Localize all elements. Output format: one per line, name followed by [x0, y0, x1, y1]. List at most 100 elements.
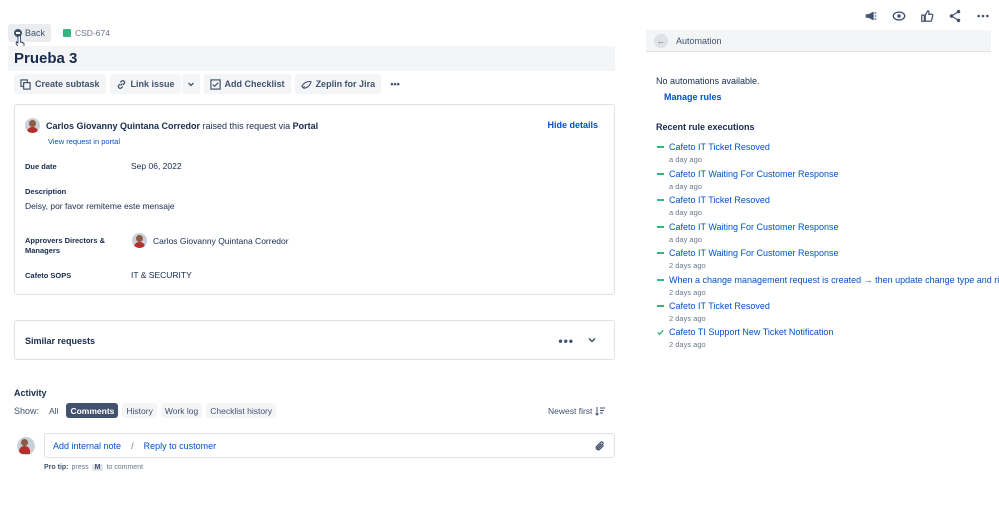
zeplin-button[interactable]: Zeplin for Jira	[294, 74, 382, 94]
automation-title: Automation	[676, 36, 722, 46]
title-bar	[8, 46, 615, 71]
approver-name: Carlos Giovanny Quintana Corredor	[153, 235, 289, 246]
sort-order-button[interactable]: Newest first	[548, 406, 606, 416]
page-title[interactable]: Prueba 3	[14, 50, 77, 67]
rule-name-link[interactable]: Cafeto IT Ticket Resoved	[669, 195, 770, 205]
issue-key: CSD-674	[75, 28, 110, 38]
create-subtask-button[interactable]: Create subtask	[14, 74, 106, 94]
request-details-card: Carlos Giovanny Quintana Corredor raised…	[14, 104, 615, 295]
back-arrow-icon[interactable]: ←	[654, 34, 668, 48]
link-issue-dropdown[interactable]	[181, 74, 200, 94]
add-checklist-label: Add Checklist	[224, 79, 285, 89]
automation-header: ← Automation	[646, 30, 991, 52]
sops-value[interactable]: IT & SECURITY	[131, 270, 192, 280]
list-item: Cafeto IT Ticket Resoved a day ago	[657, 142, 999, 164]
feedback-megaphone-icon[interactable]	[863, 8, 879, 24]
success-dash-icon	[657, 250, 664, 257]
zeplin-label: Zeplin for Jira	[315, 79, 376, 89]
description-label: Description	[25, 187, 67, 196]
success-dash-icon	[657, 171, 664, 178]
raiser-line: Carlos Giovanny Quintana Corredor raised…	[25, 118, 318, 133]
manage-rules-link[interactable]: Manage rules	[664, 92, 722, 102]
create-subtask-label: Create subtask	[35, 79, 100, 89]
hide-details-button[interactable]: Hide details	[547, 120, 598, 130]
raiser-name[interactable]: Carlos Giovanny Quintana Corredor	[46, 121, 200, 131]
rule-name-link[interactable]: Cafeto IT Waiting For Customer Response	[669, 248, 839, 258]
watch-eye-icon[interactable]	[891, 8, 907, 24]
success-check-icon	[657, 329, 664, 336]
reply-to-customer-button[interactable]: Reply to customer	[144, 441, 217, 451]
chevron-down-icon[interactable]	[587, 335, 597, 345]
link-issue-label: Link issue	[130, 79, 175, 89]
add-checklist-button[interactable]: Add Checklist	[203, 74, 291, 94]
link-issue-button[interactable]: Link issue	[109, 74, 181, 94]
filter-comments[interactable]: Comments	[66, 403, 119, 418]
pro-tip-key: M	[91, 464, 104, 471]
activity-title: Activity	[14, 388, 47, 398]
sort-order-label: Newest first	[548, 406, 593, 416]
subtask-icon	[20, 78, 31, 90]
rule-time: a day ago	[669, 155, 702, 164]
filter-history[interactable]: History	[122, 403, 157, 418]
list-item: Cafeto IT Waiting For Customer Response …	[657, 222, 999, 244]
share-icon[interactable]	[947, 8, 963, 24]
add-internal-note-button[interactable]: Add internal note	[53, 441, 121, 451]
issue-type-icon	[63, 29, 71, 37]
avatar	[25, 118, 40, 133]
success-dash-icon	[657, 303, 664, 310]
similar-requests-panel[interactable]: Similar requests •••	[14, 320, 615, 360]
pro-tip-press: press	[71, 464, 89, 471]
issue-key-link[interactable]: CSD-674	[63, 28, 110, 38]
approvers-label: Approvers Directors & Managers	[25, 236, 106, 255]
filter-checklist-history[interactable]: Checklist history	[206, 403, 277, 418]
due-date-label: Due date	[25, 162, 57, 171]
rule-time: a day ago	[669, 182, 702, 191]
issue-actions-bar	[863, 8, 991, 24]
pro-tip-suffix: to comment	[106, 464, 144, 471]
rule-name-link[interactable]: Cafeto TI Support New Ticket Notificatio…	[669, 327, 833, 337]
attachment-icon[interactable]	[594, 440, 606, 452]
description-value[interactable]: Deisy, por favor remiteme este mensaje	[25, 201, 175, 211]
similar-more-button[interactable]: •••	[558, 334, 574, 348]
comment-separator: /	[131, 440, 134, 451]
rule-name-link[interactable]: Cafeto IT Ticket Resoved	[669, 301, 770, 311]
rule-name-link[interactable]: Cafeto IT Waiting For Customer Response	[669, 222, 839, 232]
due-date-value[interactable]: Sep 06, 2022	[131, 161, 182, 171]
comment-box[interactable]: Add internal note / Reply to customer	[44, 433, 615, 458]
recent-executions-title: Recent rule executions	[656, 122, 755, 132]
rule-time: a day ago	[669, 208, 702, 217]
rule-time: 2 days ago	[669, 314, 706, 323]
rule-name-link[interactable]: Cafeto IT Ticket Resoved	[669, 142, 770, 152]
activity-filter-bar: Show: All Comments History Work log Chec…	[14, 403, 277, 418]
checklist-icon	[209, 78, 221, 90]
filter-work-log[interactable]: Work log	[160, 403, 203, 418]
list-item: Cafeto IT Waiting For Customer Response …	[657, 248, 999, 270]
rule-name-link[interactable]: When a change management request is crea…	[669, 275, 999, 285]
toolbar-more-label: •••	[390, 79, 400, 89]
no-automations-text: No automations available.	[656, 76, 760, 86]
view-request-in-portal-link[interactable]: View request in portal	[48, 137, 120, 146]
filter-all[interactable]: All	[45, 403, 62, 418]
channel-name: Portal	[292, 120, 319, 131]
rule-time: a day ago	[669, 235, 702, 244]
chevron-down-icon	[187, 82, 194, 87]
show-label: Show:	[14, 405, 40, 416]
more-actions-icon[interactable]	[975, 8, 991, 24]
rule-time: 2 days ago	[669, 288, 706, 297]
avatar	[17, 437, 35, 455]
success-dash-icon	[657, 144, 664, 151]
list-item: Cafeto IT Ticket Resoved 2 days ago	[657, 301, 999, 323]
list-item: Cafeto IT Ticket Resoved a day ago	[657, 195, 999, 217]
pro-tip-prefix: Pro tip:	[44, 464, 69, 471]
issue-toolbar: Create subtask Link issue Add Checklist …	[14, 74, 405, 94]
approver-field[interactable]: Carlos Giovanny Quintana Corredor	[132, 233, 289, 248]
toolbar-more-button[interactable]: •••	[385, 74, 405, 94]
success-dash-icon	[657, 277, 664, 284]
similar-requests-label: Similar requests	[25, 336, 96, 346]
rule-name-link[interactable]: Cafeto IT Waiting For Customer Response	[669, 169, 839, 179]
issue-main-panel: Back CSD-674 Prueba 3 Create subtask Lin…	[0, 0, 620, 508]
rule-time: 2 days ago	[669, 261, 706, 270]
raised-text: raised this request via	[202, 120, 291, 131]
link-icon	[117, 79, 125, 89]
thumbs-up-icon[interactable]	[919, 8, 935, 24]
